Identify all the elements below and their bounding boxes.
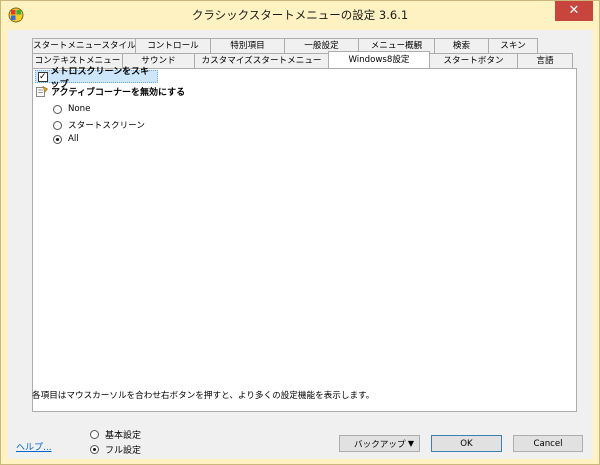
corner-option-start-screen-radio[interactable]	[53, 120, 62, 130]
tab-customize-start-menu[interactable]: カスタマイズスタートメニュー	[194, 53, 329, 68]
tab-start-menu-style[interactable]: スタートメニュースタイル	[32, 38, 136, 53]
settings-window: クラシックスタートメニューの設定 3.6.1 ✕ スタートメニュースタイル コン…	[0, 0, 600, 465]
skip-metro-checkbox[interactable]: ✓	[38, 71, 48, 82]
backup-label: バックアップ	[354, 439, 406, 450]
corner-option-start-screen[interactable]: スタートスクリーン	[53, 119, 145, 131]
title-bar[interactable]: クラシックスタートメニューの設定 3.6.1 ✕	[1, 1, 599, 29]
corner-option-all-radio[interactable]	[53, 134, 62, 144]
tab-skin[interactable]: スキン	[488, 38, 538, 53]
chevron-down-icon: ▼	[407, 439, 414, 448]
tab-windows8-settings[interactable]: Windows8設定	[328, 51, 430, 68]
close-button[interactable]: ✕	[555, 1, 593, 21]
basic-settings-option[interactable]: 基本設定	[90, 428, 141, 441]
help-link[interactable]: ヘルプ...	[16, 440, 52, 453]
ok-button[interactable]: OK	[431, 435, 502, 452]
tab-row-1: スタートメニュースタイル コントロール 特別項目 一般設定 メニュー概観 検索 …	[32, 38, 538, 54]
hint-text: 各項目はマウスカーソルを合わせ右ボタンを押すと、より多くの設定機能を表示します。	[32, 391, 375, 401]
settings-panel: ✓ メトロスクリーンをスキップ アクティブコーナーを無効にする None スター…	[32, 67, 577, 412]
window-title: クラシックスタートメニューの設定 3.6.1	[191, 8, 409, 22]
tab-special-items[interactable]: 特別項目	[210, 38, 285, 53]
basic-settings-label: 基本設定	[105, 431, 142, 441]
settings-group-icon	[36, 86, 48, 97]
tab-language[interactable]: 言語	[517, 53, 573, 68]
tab-controls[interactable]: コントロール	[135, 38, 211, 53]
corner-option-all[interactable]: All	[53, 134, 79, 144]
corner-option-none[interactable]: None	[53, 104, 90, 114]
full-settings-label: フル設定	[105, 446, 142, 456]
corner-option-none-radio[interactable]	[53, 104, 62, 114]
hot-corners-label: アクティブコーナーを無効にする	[51, 88, 186, 98]
cancel-button[interactable]: Cancel	[513, 435, 583, 452]
hot-corners-setting[interactable]: アクティブコーナーを無効にする	[36, 85, 185, 98]
skip-metro-setting[interactable]: ✓ メトロスクリーンをスキップ	[35, 67, 158, 90]
corner-option-none-label: None	[68, 104, 91, 114]
corner-option-start-screen-label: スタートスクリーン	[68, 121, 145, 131]
tab-start-button[interactable]: スタートボタン	[429, 53, 518, 68]
full-settings-radio[interactable]	[90, 445, 99, 454]
dialog-client-area: スタートメニュースタイル コントロール 特別項目 一般設定 メニュー概観 検索 …	[8, 30, 593, 459]
corner-option-all-label: All	[68, 134, 79, 144]
basic-settings-radio[interactable]	[90, 430, 99, 439]
tab-search[interactable]: 検索	[434, 38, 489, 53]
full-settings-option[interactable]: フル設定	[90, 443, 141, 456]
backup-button[interactable]: バックアップ ▼	[339, 435, 420, 452]
